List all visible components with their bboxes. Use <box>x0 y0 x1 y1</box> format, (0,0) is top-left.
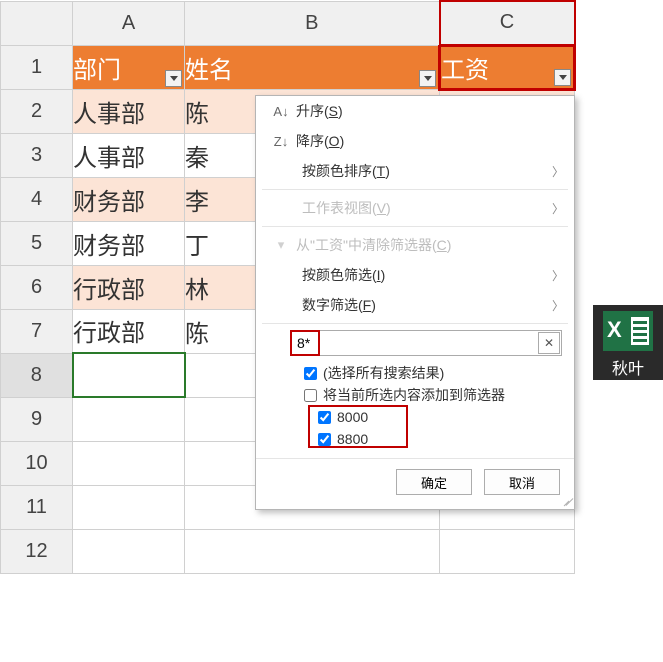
filter-checklist: (选择所有搜索结果) 将当前所选内容添加到筛选器 8000 8800 <box>290 362 562 450</box>
filter-dropdown-menu: A↓ 升序(S) Z↓ 降序(O) 按颜色排序(T) 〉 工作表视图(V) 〉 … <box>255 95 575 510</box>
funnel-clear-icon: ▾ <box>270 237 292 253</box>
sheet-view-item: 工作表视图(V) 〉 <box>256 193 574 223</box>
row-header-3[interactable]: 3 <box>1 133 73 177</box>
sheet-view-label: 工作表视图(V) <box>298 198 552 218</box>
row-header-2[interactable]: 2 <box>1 89 73 133</box>
select-all-row[interactable]: (选择所有搜索结果) <box>290 362 562 384</box>
sort-desc-label: 降序(O) <box>292 131 564 151</box>
qiuye-badge: X 秋叶 <box>593 305 663 380</box>
header-name[interactable]: 姓名 <box>185 45 440 89</box>
select-all-checkbox[interactable] <box>304 367 317 380</box>
add-current-checkbox[interactable] <box>304 389 317 402</box>
cell-A2[interactable]: 人事部 <box>73 89 185 133</box>
sort-desc-item[interactable]: Z↓ 降序(O) <box>256 126 574 156</box>
sort-asc-icon: A↓ <box>270 104 292 119</box>
row-header-5[interactable]: 5 <box>1 221 73 265</box>
number-filter-item[interactable]: 数字筛选(F) 〉 <box>256 290 574 320</box>
header-dept[interactable]: 部门 <box>73 45 185 89</box>
excel-icon: X <box>603 311 653 351</box>
separator <box>262 323 568 324</box>
result-label-8000: 8000 <box>337 409 368 425</box>
row-header-8[interactable]: 8 <box>1 353 73 397</box>
ok-button[interactable]: 确定 <box>396 469 472 495</box>
clear-filter-item: ▾ 从"工资"中清除筛选器(C) <box>256 230 574 260</box>
result-checkbox-8800[interactable] <box>318 433 331 446</box>
sort-by-color-label: 按颜色排序(T) <box>298 161 552 181</box>
row-header-6[interactable]: 6 <box>1 265 73 309</box>
header-dept-label: 部门 <box>73 57 121 84</box>
number-filter-label: 数字筛选(F) <box>298 295 552 315</box>
col-header-C[interactable]: C <box>440 1 575 45</box>
sort-desc-icon: Z↓ <box>270 134 292 149</box>
cell-A4[interactable]: 财务部 <box>73 177 185 221</box>
separator <box>262 226 568 227</box>
header-salary-label: 工资 <box>441 57 489 84</box>
chevron-right-icon: 〉 <box>552 297 564 314</box>
result-row-8000[interactable]: 8000 <box>290 406 562 428</box>
col-header-A[interactable]: A <box>73 1 185 45</box>
row-header-11[interactable]: 11 <box>1 485 73 529</box>
separator <box>262 189 568 190</box>
clear-search-button[interactable]: ✕ <box>538 332 560 354</box>
row-header-1[interactable]: 1 <box>1 45 73 89</box>
excel-icon-letter: X <box>607 317 622 343</box>
cell-A3[interactable]: 人事部 <box>73 133 185 177</box>
result-checkbox-8000[interactable] <box>318 411 331 424</box>
chevron-right-icon: 〉 <box>552 267 564 284</box>
sort-asc-label: 升序(S) <box>292 101 564 121</box>
search-input[interactable] <box>291 332 537 354</box>
header-name-label: 姓名 <box>185 57 233 84</box>
sort-by-color-item[interactable]: 按颜色排序(T) 〉 <box>256 156 574 186</box>
cancel-button[interactable]: 取消 <box>484 469 560 495</box>
cell-A6[interactable]: 行政部 <box>73 265 185 309</box>
header-salary[interactable]: 工资 <box>440 45 575 89</box>
sort-asc-item[interactable]: A↓ 升序(S) <box>256 96 574 126</box>
cell-A8-selected[interactable] <box>73 353 185 397</box>
select-all-corner[interactable] <box>1 1 73 45</box>
result-label-8800: 8800 <box>337 431 368 447</box>
button-row: 确定 取消 <box>256 458 574 509</box>
result-row-8800[interactable]: 8800 <box>290 428 562 450</box>
filter-by-color-label: 按颜色筛选(I) <box>298 265 552 285</box>
search-box-wrap: ✕ <box>290 330 562 356</box>
col-header-B[interactable]: B <box>185 1 440 45</box>
row-header-12[interactable]: 12 <box>1 529 73 573</box>
add-current-row[interactable]: 将当前所选内容添加到筛选器 <box>290 384 562 406</box>
select-all-label: (选择所有搜索结果) <box>323 363 444 383</box>
filter-button-name[interactable] <box>419 70 436 87</box>
chevron-right-icon: 〉 <box>552 200 564 217</box>
resize-handle[interactable] <box>562 497 572 507</box>
cell-A7[interactable]: 行政部 <box>73 309 185 353</box>
add-current-label: 将当前所选内容添加到筛选器 <box>323 385 505 405</box>
chevron-right-icon: 〉 <box>552 163 564 180</box>
filter-button-dept[interactable] <box>165 70 182 87</box>
filter-by-color-item[interactable]: 按颜色筛选(I) 〉 <box>256 260 574 290</box>
row-header-10[interactable]: 10 <box>1 441 73 485</box>
row-header-9[interactable]: 9 <box>1 397 73 441</box>
clear-filter-label: 从"工资"中清除筛选器(C) <box>292 235 564 255</box>
filter-button-salary[interactable] <box>554 69 571 86</box>
cell-A5[interactable]: 财务部 <box>73 221 185 265</box>
row-header-7[interactable]: 7 <box>1 309 73 353</box>
row-header-4[interactable]: 4 <box>1 177 73 221</box>
badge-text: 秋叶 <box>612 355 644 379</box>
